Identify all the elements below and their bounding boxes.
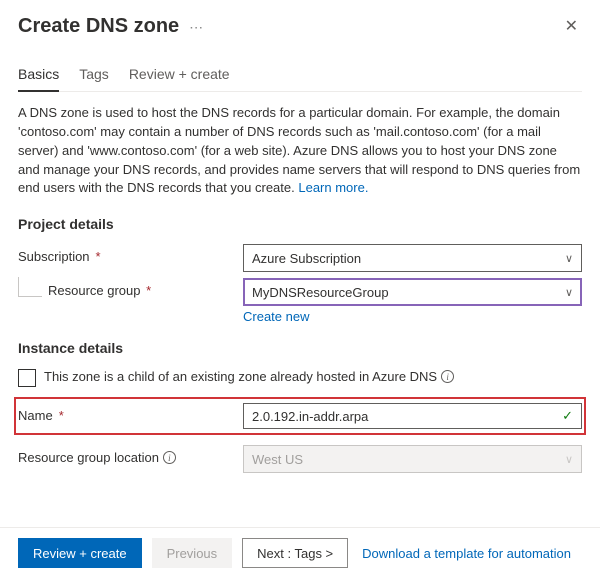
check-icon: ✓ <box>562 408 573 424</box>
tab-basics[interactable]: Basics <box>18 62 59 92</box>
download-template-link[interactable]: Download a template for automation <box>362 546 571 561</box>
description-text: A DNS zone is used to host the DNS recor… <box>18 104 582 198</box>
resource-group-label: Resource group <box>48 283 141 298</box>
name-row-highlight: Name * 2.0.192.in-addr.arpa ✓ <box>14 397 586 435</box>
rg-location-select: West US ∨ <box>243 445 582 473</box>
next-button[interactable]: Next : Tags > <box>242 538 348 568</box>
info-icon[interactable]: i <box>441 370 454 383</box>
instance-details-heading: Instance details <box>18 340 582 356</box>
tab-bar: Basics Tags Review + create <box>18 62 582 92</box>
name-value: 2.0.192.in-addr.arpa <box>252 409 368 424</box>
create-new-link[interactable]: Create new <box>243 309 309 324</box>
indent-connector <box>18 277 42 297</box>
tab-tags[interactable]: Tags <box>79 62 109 92</box>
child-zone-row: This zone is a child of an existing zone… <box>18 368 458 387</box>
resource-group-value: MyDNSResourceGroup <box>252 285 389 300</box>
subscription-row: Subscription * Azure Subscription ∨ <box>18 244 582 272</box>
subscription-label: Subscription <box>18 249 90 264</box>
chevron-down-icon: ∨ <box>565 453 573 466</box>
info-icon[interactable]: i <box>163 451 176 464</box>
rg-location-value: West US <box>252 452 303 467</box>
learn-more-link[interactable]: Learn more. <box>298 180 368 195</box>
rg-location-row: Resource group location i West US ∨ <box>18 445 582 473</box>
page-title: Create DNS zone <box>18 15 179 38</box>
footer-bar: Review + create Previous Next : Tags > D… <box>0 527 600 578</box>
close-icon[interactable]: ✕ <box>561 12 582 40</box>
required-asterisk: * <box>146 283 151 298</box>
tab-review-create[interactable]: Review + create <box>129 62 230 92</box>
required-asterisk: * <box>96 249 101 264</box>
chevron-down-icon: ∨ <box>565 252 573 265</box>
subscription-value: Azure Subscription <box>252 251 361 266</box>
previous-button: Previous <box>152 538 233 568</box>
name-input[interactable]: 2.0.192.in-addr.arpa ✓ <box>243 403 582 429</box>
child-zone-label: This zone is a child of an existing zone… <box>44 368 437 386</box>
name-row: Name * 2.0.192.in-addr.arpa ✓ <box>18 403 582 429</box>
rg-location-label: Resource group location <box>18 450 159 465</box>
child-zone-checkbox[interactable] <box>18 369 36 387</box>
required-asterisk: * <box>59 408 64 423</box>
resource-group-select[interactable]: MyDNSResourceGroup ∨ <box>243 278 582 306</box>
chevron-down-icon: ∨ <box>565 286 573 299</box>
more-actions-ellipsis[interactable]: ⋯ <box>189 17 204 36</box>
name-label: Name <box>18 408 53 423</box>
project-details-heading: Project details <box>18 216 582 232</box>
page-header: Create DNS zone ⋯ ✕ <box>18 12 582 40</box>
review-create-button[interactable]: Review + create <box>18 538 142 568</box>
resource-group-row: Resource group * MyDNSResourceGroup ∨ Cr… <box>18 278 582 324</box>
subscription-select[interactable]: Azure Subscription ∨ <box>243 244 582 272</box>
